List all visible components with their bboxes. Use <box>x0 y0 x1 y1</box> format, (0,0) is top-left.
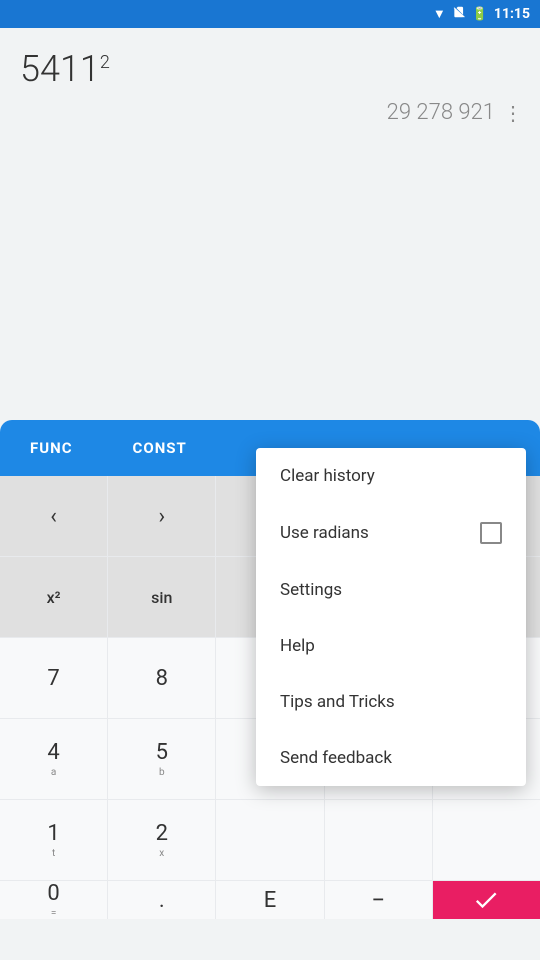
btn-e[interactable]: E <box>216 881 323 919</box>
btn-8[interactable]: 8 <box>108 638 215 718</box>
expression-input: 54112 <box>20 48 520 90</box>
sim-off-icon <box>452 5 466 23</box>
menu-tips-tricks[interactable]: Tips and Tricks <box>256 674 526 730</box>
menu-send-feedback[interactable]: Send feedback <box>256 730 526 786</box>
empty-13 <box>216 800 323 880</box>
exponent-value: 2 <box>100 52 110 73</box>
btn-1[interactable]: 1 t <box>0 800 107 880</box>
result-row: 29 278 921 ⋮ <box>0 95 540 125</box>
btn-5[interactable]: 5 b <box>108 719 215 799</box>
tab-const[interactable]: CONST <box>103 420 217 476</box>
expression-value: 5411 <box>20 48 100 90</box>
menu-use-radians-label: Use radians <box>280 523 369 543</box>
menu-send-feedback-label: Send feedback <box>280 748 392 768</box>
btn-4[interactable]: 4 a <box>0 719 107 799</box>
btn-0[interactable]: 0 = <box>0 881 107 919</box>
battery-icon: 🔋 <box>472 7 488 22</box>
wifi-icon: ▼ <box>433 6 446 22</box>
btn-minus[interactable]: − <box>325 881 432 919</box>
btn-dot[interactable]: . <box>108 881 215 919</box>
btn-7[interactable]: 7 <box>0 638 107 718</box>
tab-func[interactable]: FUNC <box>0 420 103 476</box>
btn-equals[interactable] <box>433 881 540 919</box>
calculator-display: 54112 29 278 921 ⋮ <box>0 28 540 448</box>
forward-btn[interactable]: › <box>108 476 215 556</box>
menu-tips-tricks-label: Tips and Tricks <box>280 692 395 712</box>
btn-2[interactable]: 2 x <box>108 800 215 880</box>
empty-14 <box>325 800 432 880</box>
menu-help[interactable]: Help <box>256 618 526 674</box>
empty-15 <box>433 800 540 880</box>
status-time: 11:15 <box>494 6 530 22</box>
expression-area: 54112 <box>0 28 540 95</box>
result-value: 29 278 921 <box>387 100 495 125</box>
menu-settings-label: Settings <box>280 580 342 600</box>
more-options-button[interactable]: ⋮ <box>503 101 524 125</box>
menu-help-label: Help <box>280 636 315 656</box>
use-radians-checkbox[interactable] <box>480 522 502 544</box>
status-bar: ▼ 🔋 11:15 <box>0 0 540 28</box>
menu-settings[interactable]: Settings <box>256 562 526 618</box>
back-btn[interactable]: ‹ <box>0 476 107 556</box>
menu-use-radians[interactable]: Use radians <box>256 504 526 562</box>
dropdown-menu: Clear history Use radians Settings Help … <box>256 448 526 786</box>
x2-btn[interactable]: x² <box>0 557 107 637</box>
sin-btn[interactable]: sin <box>108 557 215 637</box>
menu-clear-history-label: Clear history <box>280 466 375 486</box>
menu-clear-history[interactable]: Clear history <box>256 448 526 504</box>
